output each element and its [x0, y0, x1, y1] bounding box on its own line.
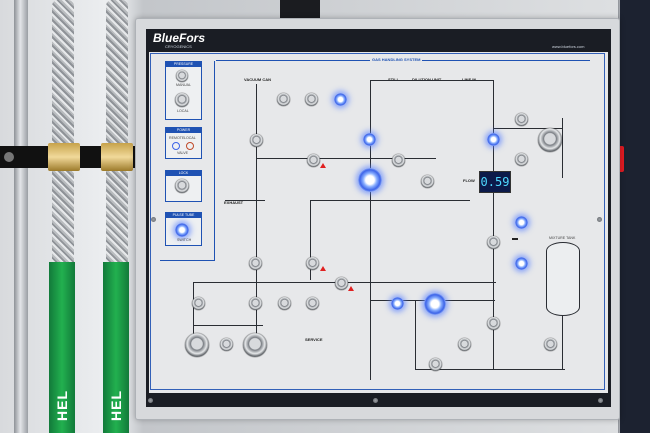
valve-lit[interactable] — [515, 257, 528, 270]
turbo-pump-lit[interactable] — [358, 168, 382, 192]
service-label: SERVICE — [305, 337, 323, 342]
valve[interactable] — [306, 257, 319, 270]
power-local-label: LOCAL — [184, 136, 196, 140]
screw — [148, 398, 153, 403]
pipe — [370, 80, 494, 81]
valve-lit[interactable] — [515, 216, 528, 229]
mixture-tank — [546, 242, 580, 316]
pressure-box-title: PRESSURE — [166, 62, 201, 67]
valve[interactable] — [277, 93, 290, 106]
green-hose-right: HEL — [103, 262, 129, 433]
flow-label: FLOW — [463, 178, 475, 183]
power-remote-label: REMOTE — [169, 136, 185, 140]
brand-logo: BlueFors — [153, 31, 206, 45]
hose-label-left: HEL — [54, 390, 70, 421]
panel-face-border — [150, 53, 605, 390]
valve[interactable] — [278, 297, 291, 310]
valve[interactable] — [306, 297, 319, 310]
valve[interactable] — [307, 154, 320, 167]
valve[interactable] — [335, 277, 348, 290]
warning-icon — [320, 163, 326, 168]
pipe — [310, 200, 470, 201]
valve[interactable] — [429, 358, 442, 371]
lock-box-title: LOCK — [166, 171, 201, 176]
pipe — [256, 282, 496, 283]
valve-lit[interactable] — [334, 93, 347, 106]
power-valve-label: VALVE — [177, 151, 189, 155]
pipe — [562, 118, 563, 178]
warning-icon — [320, 266, 326, 271]
power-indicator-local — [186, 142, 194, 150]
top-dark-block — [280, 0, 320, 20]
valve[interactable] — [220, 338, 233, 351]
pressure-local-label: LOCAL — [177, 109, 189, 113]
left-boundary-line — [214, 61, 215, 261]
lock-keyswitch[interactable] — [175, 179, 189, 193]
valve[interactable] — [392, 154, 405, 167]
pipe — [256, 84, 257, 354]
pulse-tube-box-title: PULSE TUBE — [166, 213, 201, 218]
power-box-title: POWER — [166, 128, 201, 133]
section-title: GAS HANDLING SYSTEM — [370, 57, 423, 62]
valve[interactable] — [544, 338, 557, 351]
exhaust-label: EXHAUST — [224, 200, 244, 205]
pressure-manual-button[interactable] — [176, 70, 188, 82]
pipe — [193, 325, 263, 326]
pulse-tube-switch[interactable] — [175, 223, 189, 237]
scroll-pump[interactable] — [538, 128, 562, 152]
valve[interactable] — [487, 236, 500, 249]
screw — [151, 217, 156, 222]
green-hose-left: HEL — [49, 262, 75, 433]
pipe — [370, 80, 371, 380]
trap-badge — [512, 238, 518, 240]
pressure-local-button[interactable] — [175, 93, 189, 107]
pipe — [193, 282, 257, 283]
compressor-pump-lit[interactable] — [424, 293, 446, 315]
pipe — [415, 300, 416, 370]
rack-post-left — [14, 0, 28, 433]
screw — [373, 398, 378, 403]
pipe — [256, 158, 436, 159]
valve[interactable] — [249, 297, 262, 310]
pump-right[interactable] — [243, 333, 267, 357]
valve[interactable] — [515, 153, 528, 166]
valve[interactable] — [515, 113, 528, 126]
crossbar-bolt — [4, 152, 14, 162]
hose-clamp-right — [101, 143, 133, 171]
pump-left[interactable] — [185, 333, 209, 357]
valve[interactable] — [250, 134, 263, 147]
valve[interactable] — [487, 317, 500, 330]
hose-clamp-left — [48, 143, 80, 171]
valve[interactable] — [305, 93, 318, 106]
hose-label-right: HEL — [108, 390, 124, 421]
mixture-tank-label: MIXTURE TANK — [549, 236, 576, 240]
valve-lit[interactable] — [363, 133, 376, 146]
power-indicator-remote — [172, 142, 180, 150]
left-boundary-bottom — [160, 260, 215, 261]
website-label: www.bluefors.com — [552, 44, 585, 49]
valve[interactable] — [192, 297, 205, 310]
valve[interactable] — [249, 257, 262, 270]
screw — [597, 217, 602, 222]
screw — [598, 398, 603, 403]
brand-subtitle: CRYOGENICS — [165, 44, 192, 49]
valve-lit[interactable] — [391, 297, 404, 310]
valve-lit[interactable] — [487, 133, 500, 146]
pulse-tube-switch-label: SWITCH — [177, 238, 192, 242]
rack-dark-column — [620, 0, 650, 433]
pressure-manual-label: MANUAL — [176, 83, 191, 87]
warning-icon — [348, 286, 354, 291]
valve[interactable] — [458, 338, 471, 351]
flow-display: 0.59 — [479, 171, 511, 193]
vacuum-can-label: VACUUM CAN — [244, 77, 272, 82]
valve[interactable] — [421, 175, 434, 188]
